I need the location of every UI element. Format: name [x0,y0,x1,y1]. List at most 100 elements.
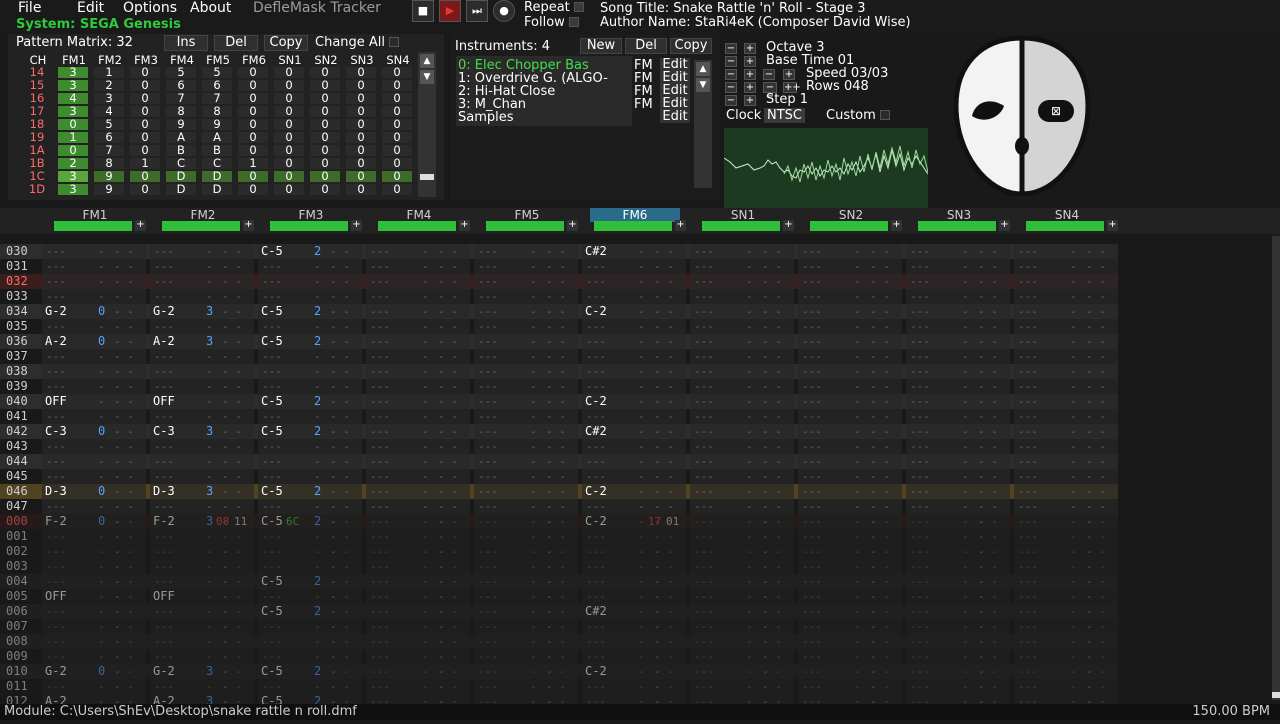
pattern-cell[interactable]: ----- - - [150,274,254,303]
pm-cell[interactable]: 0 [310,66,340,78]
pm-cell[interactable]: 0 [274,144,304,156]
pattern-row[interactable]: 009 --- - - - --- - - - - -- - - - - - - - - - -- - --… [0,649,1118,678]
pattern-cell[interactable]: ----- - - [258,409,362,438]
channel-expand-button[interactable]: + [891,220,902,231]
channel-expand-button[interactable]: + [351,220,362,231]
pattern-cell[interactable]: C-2-- - - [582,664,686,693]
pattern-cell[interactable]: ----- - - [366,319,470,348]
pm-cell[interactable]: 0 [130,66,160,78]
pattern-cell[interactable]: ----- - - [150,649,254,678]
pattern-cell[interactable]: ----- - - [366,364,470,393]
pattern-cell[interactable]: ----- - - [582,499,686,528]
pattern-row[interactable]: 043 --- - - - --- - - - - -- - - - - - - - - - -- - --… [0,439,1118,468]
pattern-cell[interactable]: ----- - - [150,319,254,348]
pattern-cell[interactable]: ----- - - [42,319,146,348]
pattern-cell[interactable]: ----- - - [798,574,902,603]
pattern-cell[interactable]: ----- - - [150,469,254,498]
pattern-cell[interactable]: ----- - - [582,349,686,378]
channel-expand-button[interactable]: + [999,220,1010,231]
pattern-cell[interactable]: C-30- - - [42,424,146,453]
channel-expand-button[interactable]: + [243,220,254,231]
pattern-cell[interactable]: ----- - - [906,364,1010,393]
pattern-cell[interactable]: ----- - - [258,289,362,318]
pm-cell[interactable]: 0 [310,157,340,169]
custom-clock-toggle[interactable]: Custom [826,108,893,123]
pattern-cell[interactable]: ----- - - [1014,319,1118,348]
pattern-cell[interactable]: ----- - - [690,454,794,483]
pm-cell[interactable]: 0 [130,118,160,130]
channel-volume-bar[interactable] [810,221,888,231]
channel-volume-bar[interactable] [54,221,132,231]
pattern-row[interactable]: 004----- - ------ - -C-52- - ------ - --… [0,574,1118,603]
pm-cell[interactable]: 0 [310,79,340,91]
pattern-cell[interactable]: ----- - - [474,409,578,438]
pm-cell[interactable]: 0 [274,170,304,182]
pm-cell[interactable]: 0 [382,66,412,78]
follow-toggle[interactable]: Follow [524,15,582,30]
pm-cell[interactable]: 0 [310,170,340,182]
pattern-cell[interactable]: ----- - - [150,634,254,663]
pm-cell[interactable]: 0 [346,170,376,182]
pattern-cell[interactable]: ----- - - [1014,439,1118,468]
pattern-cell[interactable]: ----- - - [366,679,470,708]
pattern-cell[interactable]: ----- - - [1014,649,1118,678]
pattern-cell[interactable]: ----- - - [1014,424,1118,453]
pm-cell[interactable]: 6 [94,131,124,143]
pm-cell[interactable]: 9 [94,170,124,182]
pattern-cell[interactable]: ----- - - [474,439,578,468]
pattern-cell[interactable]: ----- - - [474,259,578,288]
channel-name-sn1[interactable]: SN1 [698,208,788,222]
custom-checkbox[interactable] [879,110,890,120]
pattern-cell[interactable]: ----- - - [42,259,146,288]
pattern-row[interactable]: 005OFF-- - -OFF-- - ------ - ------ - --… [0,589,1118,618]
rows-plus-button[interactable]: + [744,82,756,93]
pattern-row[interactable]: 042C-30- - -C-33- - -C-52- - ------ - --… [0,424,1118,453]
pattern-cell[interactable]: ----- - - [798,349,902,378]
menu-options[interactable]: Options [123,0,177,16]
pm-cell[interactable]: 0 [274,79,304,91]
pattern-cell[interactable]: ----- - - [258,499,362,528]
instrument-item[interactable]: Samples [458,110,514,125]
pm-cell[interactable]: 0 [310,131,340,143]
pattern-cell[interactable]: ----- - - [1014,289,1118,318]
pattern-cell[interactable]: ----- - - [366,424,470,453]
channel-volume-bar[interactable] [594,221,672,231]
pattern-cell[interactable]: ----- - - [258,589,362,618]
pattern-cell[interactable]: ----- - - [42,244,146,273]
pattern-cell[interactable]: ----- - - [582,529,686,558]
pattern-cell[interactable]: ----- - - [474,364,578,393]
pattern-cell[interactable]: ----- - - [366,454,470,483]
pattern-cell[interactable]: ----- - - [798,679,902,708]
pm-cell[interactable]: 0 [382,170,412,182]
pattern-cell[interactable]: ----- - - [1014,484,1118,513]
pattern-cell[interactable]: OFF-- - - [42,589,146,618]
pm-cell[interactable]: 6 [202,79,232,91]
pattern-row[interactable]: 032 --- - - - --- - - - - -- - - - - - - - - - -- - --… [0,274,1118,303]
scroll-up-icon[interactable]: ▲ [420,54,434,68]
pattern-cell[interactable]: ----- - - [798,544,902,573]
channel-name-fm6[interactable]: FM6 [590,208,680,222]
pm-cell[interactable]: 0 [130,79,160,91]
pattern-cell[interactable]: OFF-- - - [150,394,254,423]
change-all-toggle[interactable]: Change All [315,35,402,50]
change-all-checkbox[interactable] [389,37,400,47]
pm-cell[interactable]: B [166,144,196,156]
ins-copy-button[interactable]: Copy [670,38,712,54]
pm-cell[interactable]: 7 [166,92,196,104]
pattern-cell[interactable]: ----- - - [690,544,794,573]
pattern-cell[interactable]: ----- - - [42,499,146,528]
pattern-cell[interactable]: ----- - - [258,544,362,573]
pattern-cell[interactable]: ----- - - [150,244,254,273]
pm-cell[interactable]: 0 [346,105,376,117]
octave-minus-button[interactable]: − [725,43,737,54]
pattern-cell[interactable]: ----- - - [906,379,1010,408]
pattern-cell[interactable]: ----- - - [906,634,1010,663]
pattern-cell[interactable]: ----- - - [1014,349,1118,378]
channel-expand-button[interactable]: + [675,220,686,231]
pm-cell[interactable]: 1 [130,157,160,169]
channel-name-fm2[interactable]: FM2 [158,208,248,222]
speed1-minus-button[interactable]: − [725,69,737,80]
pattern-cell[interactable]: ----- - - [1014,379,1118,408]
instrument-list-scrollbar[interactable]: ▲ ▼ [694,60,712,188]
pattern-cell[interactable]: ----- - - [366,559,470,588]
